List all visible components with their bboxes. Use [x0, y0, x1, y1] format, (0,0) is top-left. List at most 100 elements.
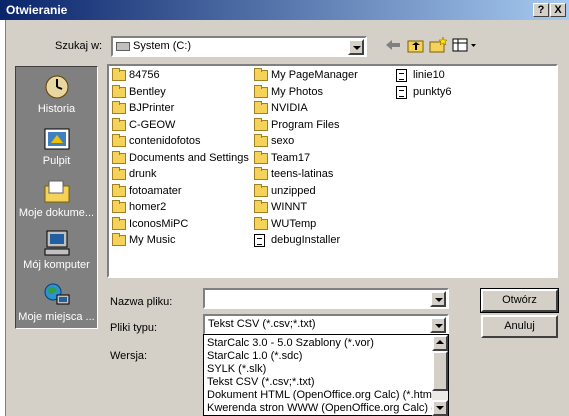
filetype-option[interactable]: StarCalc 3.0 - 5.0 Szablony (*.vor) — [207, 337, 374, 350]
filetype-option[interactable]: SYLK (*.slk) — [207, 363, 266, 376]
folder-icon — [254, 200, 268, 213]
folder-icon — [254, 117, 268, 131]
network-places-icon — [43, 281, 71, 309]
file-name: C-GEOW — [129, 118, 176, 131]
folder-icon — [112, 233, 126, 246]
filetype-option[interactable]: Tekst CSV (*.csv;*.txt) — [207, 376, 315, 389]
filetype-option[interactable]: Kwerenda stron WWW (OpenOffice.org Calc)… — [207, 402, 439, 415]
folder-icon — [112, 68, 126, 81]
scroll-up-button[interactable] — [432, 335, 448, 351]
scroll-thumb[interactable] — [432, 351, 448, 391]
my-computer-icon — [43, 229, 71, 257]
version-label: Wersja: — [110, 350, 148, 362]
places-item-my-documents[interactable]: Moje dokume... — [16, 175, 97, 227]
places-item-label: Moje miejsca ... — [18, 311, 95, 323]
folder-icon — [254, 101, 268, 114]
open-button[interactable]: Otwórz — [480, 288, 559, 313]
filetype-dropdown-list[interactable]: StarCalc 3.0 - 5.0 Szablony (*.vor) Star… — [203, 334, 449, 416]
drive-icon — [116, 42, 130, 51]
places-item-network-places[interactable]: Moje miejsca ... — [16, 279, 97, 331]
file-name: contenidofotos — [129, 135, 201, 147]
up-folder-icon[interactable] — [406, 36, 426, 54]
file-name: 84756 — [129, 69, 160, 81]
filetype-dropdown-button[interactable] — [430, 317, 446, 333]
folder-icon — [254, 183, 268, 197]
filetype-combo[interactable]: Tekst CSV (*.csv;*.txt) — [203, 314, 449, 335]
places-item-label: Pulpit — [42, 155, 71, 167]
places-item-label: Mój komputer — [23, 259, 90, 271]
file-name: Program Files — [271, 118, 340, 131]
file-name: Team17 — [271, 151, 311, 164]
file-name: linie10 — [413, 69, 445, 81]
folder-icon — [112, 150, 126, 164]
places-bar: Historia Pulpit Moje dokume... Mój kompu… — [15, 66, 98, 329]
folder-icon — [112, 167, 126, 180]
help-button[interactable]: ? — [533, 3, 549, 17]
file-name: drunk — [129, 168, 157, 180]
filetype-list-scrollbar[interactable] — [432, 335, 448, 416]
file-column: My PageManager My Photos NVIDIA Program Fil… — [254, 68, 394, 268]
chevron-down-icon — [436, 406, 444, 410]
chevron-down-icon — [353, 46, 361, 50]
chevron-down-icon — [435, 298, 443, 302]
look-in-dropdown-button[interactable] — [348, 39, 364, 55]
folder-icon — [254, 134, 268, 147]
folder-icon — [112, 200, 126, 213]
my-documents-icon — [43, 177, 71, 205]
filetype-value: Tekst CSV (*.csv;*.txt) — [208, 318, 316, 330]
scroll-down-button[interactable] — [432, 400, 448, 416]
file-name: Bentley — [129, 85, 166, 98]
file-name: BJPrinter — [129, 102, 175, 114]
file-name: teens-latinas — [271, 168, 334, 180]
file-name: My Photos — [271, 85, 323, 98]
folder-icon — [112, 101, 126, 114]
file-name: NVIDIA — [271, 102, 308, 114]
document-icon — [254, 234, 265, 247]
places-item-label: Moje dokume... — [18, 207, 95, 219]
folder-icon — [254, 84, 268, 98]
filetype-option[interactable]: StarCalc 1.0 (*.sdc) — [207, 350, 302, 363]
file-name: My PageManager — [271, 69, 358, 81]
view-menu-icon[interactable] — [451, 36, 477, 54]
look-in-value: System (C:) — [133, 40, 192, 52]
filename-dropdown-button[interactable] — [430, 291, 446, 307]
places-item-label: Historia — [37, 103, 76, 115]
folder-icon — [112, 117, 126, 131]
desktop-icon — [43, 125, 71, 153]
file-name: Documents and Settings — [129, 151, 249, 164]
file-column: 84756 Bentley BJPrinter C-GEOW contenidofoto… — [112, 68, 252, 268]
places-item-my-computer[interactable]: Mój komputer — [16, 227, 97, 279]
look-in-combo[interactable]: System (C:) — [111, 36, 367, 57]
background-window-edge — [0, 20, 6, 416]
file-name: WUTemp — [271, 217, 317, 230]
filetype-option[interactable]: Dokument HTML (OpenOffice.org Calc) (*.h… — [207, 389, 445, 402]
close-button[interactable]: X — [550, 3, 566, 17]
file-list[interactable]: 84756 Bentley BJPrinter C-GEOW contenidofoto… — [107, 64, 558, 278]
window-title: Otwieranie — [6, 3, 68, 17]
new-folder-icon[interactable] — [428, 36, 448, 54]
file-name: My Music — [129, 234, 176, 246]
folder-icon — [254, 150, 268, 164]
file-name: fotoamater — [129, 184, 182, 197]
chevron-up-icon — [436, 340, 444, 344]
file-name: WINNT — [271, 201, 308, 213]
file-name: punkty6 — [413, 85, 452, 98]
folder-icon — [254, 216, 268, 230]
folder-icon — [254, 167, 268, 180]
document-icon — [396, 69, 407, 82]
places-item-history[interactable]: Historia — [16, 71, 97, 123]
file-column: linie10 punkty6 — [396, 68, 536, 268]
back-arrow-icon[interactable] — [383, 36, 403, 54]
folder-icon — [112, 216, 126, 230]
title-bar[interactable]: Otwieranie ? X — [0, 0, 569, 20]
filetype-label: Pliki typu: — [110, 322, 158, 334]
folder-icon — [112, 84, 126, 98]
filename-combo[interactable] — [203, 288, 449, 309]
cancel-button[interactable]: Anuluj — [481, 315, 558, 338]
chevron-down-icon — [435, 324, 443, 328]
places-item-desktop[interactable]: Pulpit — [16, 123, 97, 175]
file-name: sexo — [271, 135, 295, 147]
folder-icon — [112, 183, 126, 197]
file-name: homer2 — [129, 201, 167, 213]
look-in-label: Szukaj w: — [55, 40, 103, 52]
